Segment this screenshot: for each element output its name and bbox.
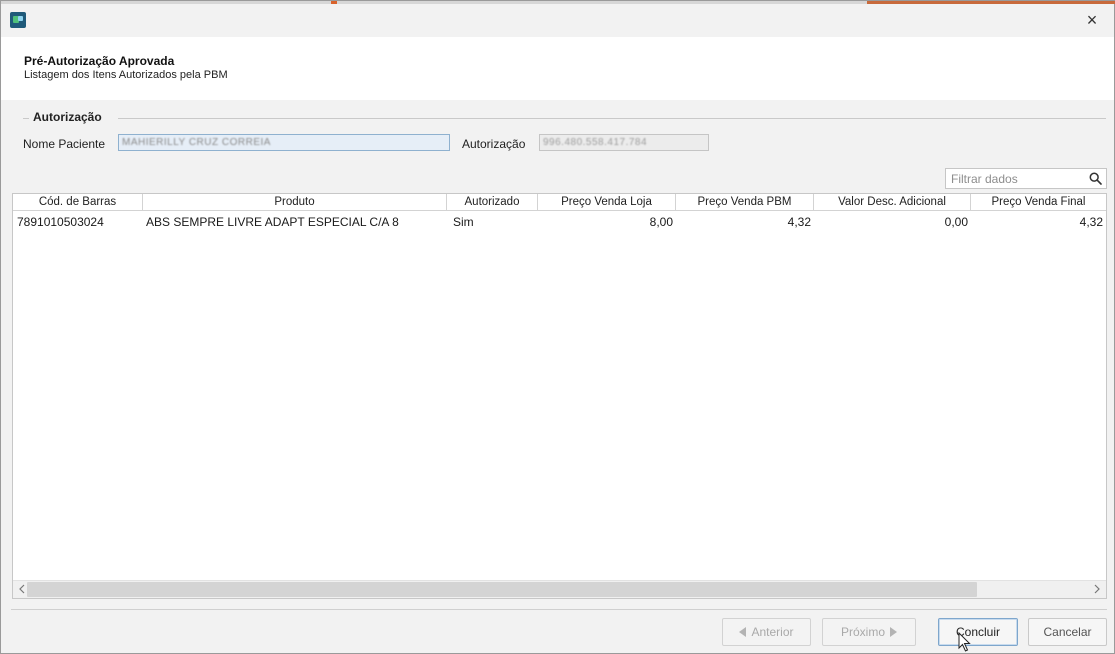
proximo-button[interactable]: Próximo <box>822 618 916 646</box>
paciente-label: Nome Paciente <box>23 137 106 151</box>
paciente-value: MAHIERILLY CRUZ CORREIA <box>122 137 271 148</box>
anterior-button[interactable]: Anterior <box>722 618 811 646</box>
filter-input[interactable] <box>946 169 1081 188</box>
title-bar: × <box>1 4 1114 37</box>
autorizacao-label: Autorização <box>462 137 526 151</box>
search-icon[interactable] <box>1089 172 1102 185</box>
close-icon[interactable]: × <box>1082 10 1102 30</box>
column-header-autorizado[interactable]: Autorizado <box>447 194 538 211</box>
group-title-autorizacao: Autorização <box>33 110 102 124</box>
scroll-right-icon[interactable] <box>1092 582 1102 596</box>
arrow-right-icon <box>890 627 897 637</box>
cell-desconto: 0,00 <box>944 215 968 229</box>
cancelar-label: Cancelar <box>1043 625 1092 639</box>
column-header-preco-pbm[interactable]: Preço Venda PBM <box>676 194 814 211</box>
dialog-window: × Pré-Autorização Aprovada Listagem dos … <box>0 0 1115 654</box>
cell-preco-final: 4,32 <box>1079 215 1103 229</box>
items-table: Cód. de Barras Produto Autorizado Preço … <box>12 193 1107 599</box>
autorizacao-field: 996.480.558.417.784 <box>539 134 709 151</box>
page-subtitle: Listagem dos Itens Autorizados pela PBM <box>24 69 228 81</box>
footer-divider <box>11 609 1107 610</box>
group-divider <box>118 118 1106 119</box>
dialog-header: Pré-Autorização Aprovada Listagem dos It… <box>1 37 1114 100</box>
column-header-desconto[interactable]: Valor Desc. Adicional <box>814 194 971 211</box>
mouse-pointer-icon <box>958 632 971 652</box>
proximo-label: Próximo <box>840 625 885 639</box>
filter-box[interactable] <box>945 168 1107 189</box>
column-header-preco-final[interactable]: Preço Venda Final <box>971 194 1106 211</box>
scrollbar-thumb[interactable] <box>27 582 977 597</box>
cell-autorizado: Sim <box>453 215 474 229</box>
cancelar-button[interactable]: Cancelar <box>1028 618 1107 646</box>
scroll-left-icon[interactable] <box>17 582 27 596</box>
horizontal-scrollbar[interactable] <box>13 580 1106 598</box>
arrow-left-icon <box>739 627 747 637</box>
concluir-button[interactable]: Concluir <box>938 618 1018 646</box>
table-header: Cód. de Barras Produto Autorizado Preço … <box>13 194 1106 211</box>
app-logo-icon <box>10 12 26 28</box>
cell-codigo: 7891010503024 <box>17 215 104 229</box>
autorizacao-value: 996.480.558.417.784 <box>543 137 648 148</box>
column-header-preco-loja[interactable]: Preço Venda Loja <box>538 194 676 211</box>
cell-preco-pbm: 4,32 <box>787 215 811 229</box>
column-header-codigo[interactable]: Cód. de Barras <box>13 194 143 211</box>
cell-produto: ABS SEMPRE LIVRE ADAPT ESPECIAL C/A 8 <box>146 215 399 229</box>
anterior-label: Anterior <box>751 625 794 639</box>
table-row[interactable]: 7891010503024 ABS SEMPRE LIVRE ADAPT ESP… <box>13 212 1106 232</box>
paciente-field[interactable]: MAHIERILLY CRUZ CORREIA <box>118 134 450 151</box>
group-divider-left <box>23 118 29 119</box>
cell-preco-loja: 8,00 <box>649 215 673 229</box>
page-title: Pré-Autorização Aprovada <box>24 54 175 68</box>
column-header-produto[interactable]: Produto <box>143 194 447 211</box>
